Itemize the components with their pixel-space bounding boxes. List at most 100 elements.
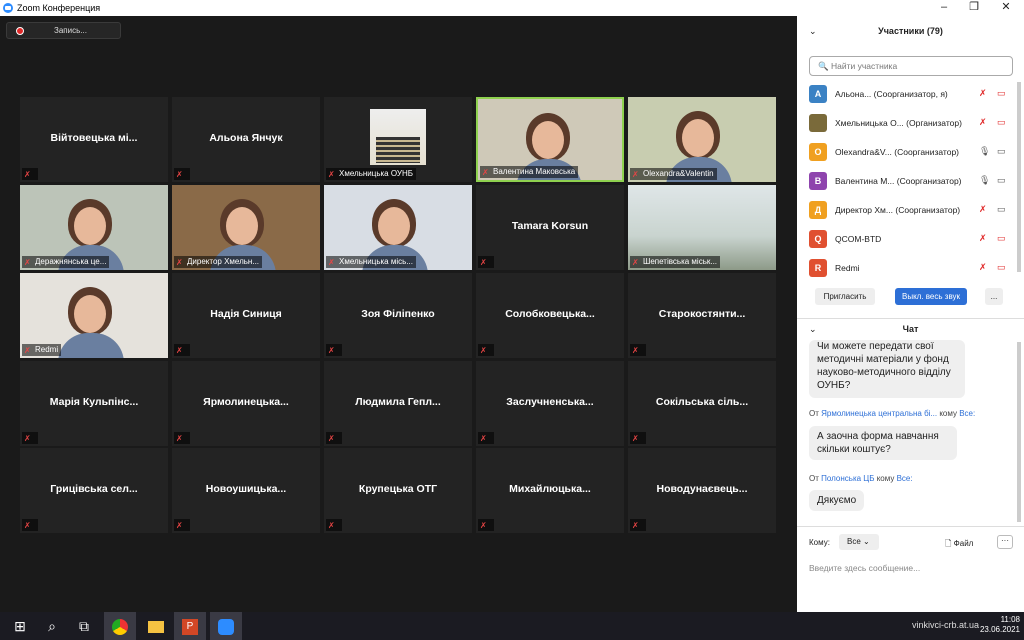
- start-button[interactable]: ⊞: [4, 612, 36, 640]
- video-tile[interactable]: Новодунаєвець...: [628, 448, 776, 533]
- video-tile[interactable]: Війтовецька мі...: [20, 97, 168, 182]
- recording-indicator[interactable]: Запись...: [6, 22, 121, 39]
- camera-icon[interactable]: ▭: [997, 175, 1006, 186]
- chat-sender-line: От Полонська ЦБ кому Все:: [809, 474, 913, 483]
- video-tile[interactable]: Старокостянти...: [628, 273, 776, 358]
- camera-icon[interactable]: ▭: [997, 204, 1006, 215]
- video-tile[interactable]: Михайлюцька...: [476, 448, 624, 533]
- video-tile[interactable]: Redmi: [20, 273, 168, 358]
- participant-row[interactable]: R Redmi ✗ ▭: [809, 256, 1019, 280]
- muted-mic-icon[interactable]: ✗: [979, 117, 987, 128]
- camera-icon[interactable]: ▭: [997, 146, 1006, 157]
- mute-all-button[interactable]: Выкл. весь звук: [895, 288, 967, 305]
- collapse-chevron-icon[interactable]: ⌄: [809, 16, 817, 46]
- zoom-taskbar-icon[interactable]: [210, 612, 242, 640]
- more-button[interactable]: ...: [985, 288, 1003, 305]
- video-tile[interactable]: Крупецька ОТГ: [324, 448, 472, 533]
- video-tile[interactable]: Новоушицька...: [172, 448, 320, 533]
- video-tile[interactable]: Альона Янчук: [172, 97, 320, 182]
- tile-caption: [326, 432, 342, 444]
- mic-icon[interactable]: 🎙: [979, 175, 990, 186]
- message-input[interactable]: Введите здесь сообщение...: [809, 563, 920, 573]
- video-tile[interactable]: Olexandra&Valentin: [628, 97, 776, 182]
- muted-mic-icon: [328, 171, 336, 179]
- participant-search-input[interactable]: 🔍 Найти участника: [809, 56, 1013, 76]
- mic-icon[interactable]: 🎙: [979, 146, 990, 157]
- video-tile[interactable]: Заслучненська...: [476, 361, 624, 446]
- participant-row[interactable]: O Olexandra&V... (Соорганизатор) 🎙 ▭: [809, 140, 1019, 164]
- participant-row[interactable]: А Альона... (Соорганизатор, я) ✗ ▭: [809, 82, 1019, 106]
- video-tile[interactable]: Ярмолинецька...: [172, 361, 320, 446]
- title-bar: Zoom Конференция – ❐ ✕: [0, 0, 1024, 16]
- chat-collapse-chevron-icon[interactable]: ⌄: [809, 319, 817, 339]
- participant-label: Валентина М... (Соорганизатор): [835, 176, 962, 186]
- muted-mic-icon[interactable]: ✗: [979, 262, 987, 273]
- muted-mic-icon: [328, 522, 336, 530]
- participants-scrollbar[interactable]: [1017, 82, 1021, 272]
- tile-caption: Redmi: [22, 344, 62, 356]
- chat-more-button[interactable]: ···: [997, 535, 1013, 549]
- camera-icon[interactable]: ▭: [997, 262, 1006, 273]
- chrome-icon[interactable]: [104, 612, 136, 640]
- participant-name: Крупецька ОТГ: [358, 483, 438, 495]
- video-tile[interactable]: Tamara Korsun: [476, 185, 624, 270]
- participant-row[interactable]: В Валентина М... (Соорганизатор) 🎙 ▭: [809, 169, 1019, 193]
- participant-name: Надія Синиця: [210, 308, 282, 320]
- participant-label: Redmi: [835, 263, 860, 273]
- video-tile[interactable]: Деражнянська це...: [20, 185, 168, 270]
- video-tile[interactable]: Грицівська сел...: [20, 448, 168, 533]
- tile-caption: [174, 432, 190, 444]
- video-tile[interactable]: Солобковецька...: [476, 273, 624, 358]
- avatar: А: [809, 85, 827, 103]
- chat-scrollbar[interactable]: [1017, 342, 1021, 522]
- powerpoint-icon[interactable]: P: [174, 612, 206, 640]
- search-icon[interactable]: ⌕: [36, 612, 68, 640]
- participant-label: Olexandra&V... (Соорганизатор): [835, 147, 960, 157]
- video-tile[interactable]: Хмельницька ОУНБ: [324, 97, 472, 182]
- participant-name: Сокільська сіль...: [655, 396, 749, 408]
- camera-icon[interactable]: ▭: [997, 88, 1006, 99]
- video-tile[interactable]: Хмельницька місь...: [324, 185, 472, 270]
- tile-caption: Деражнянська це...: [22, 256, 110, 268]
- watermark: vinkivci-crb.at.ua: [912, 620, 980, 630]
- video-tile[interactable]: Директор Хмельн...: [172, 185, 320, 270]
- invite-button[interactable]: Пригласить: [815, 288, 875, 305]
- camera-icon[interactable]: ▭: [997, 233, 1006, 244]
- camera-icon[interactable]: ▭: [997, 117, 1006, 128]
- video-tile[interactable]: Шепетівська міськ...: [628, 185, 776, 270]
- muted-mic-icon[interactable]: ✗: [979, 204, 987, 215]
- muted-mic-icon: [24, 171, 32, 179]
- video-tile[interactable]: Сокільська сіль...: [628, 361, 776, 446]
- tile-caption: Olexandra&Valentin: [630, 168, 717, 180]
- video-tile[interactable]: Людмила Гепл...: [324, 361, 472, 446]
- muted-mic-icon: [480, 435, 488, 443]
- participant-label: QCOM-BTD: [835, 234, 882, 244]
- maximize-button[interactable]: ❐: [958, 0, 990, 16]
- tile-caption: Валентина Маковська: [480, 166, 579, 178]
- participant-row[interactable]: Q QCOM-BTD ✗ ▭: [809, 227, 1019, 251]
- video-tile[interactable]: Зоя Філіпенко: [324, 273, 472, 358]
- minimize-button[interactable]: –: [928, 0, 960, 16]
- video-tile[interactable]: Надія Синиця: [172, 273, 320, 358]
- chat-sender-line: От Ярмолинецька центральна бі... кому Вс…: [809, 409, 976, 418]
- video-tile[interactable]: Валентина Маковська: [476, 97, 624, 182]
- recipient-select[interactable]: Все ⌄: [839, 534, 879, 550]
- participant-row[interactable]: Хмельницька О... (Организатор) ✗ ▭: [809, 111, 1019, 135]
- task-view-icon[interactable]: ⧉: [68, 612, 100, 640]
- muted-mic-icon: [176, 171, 184, 179]
- avatar: [809, 114, 827, 132]
- muted-mic-icon[interactable]: ✗: [979, 233, 987, 244]
- participant-name: Ярмолинецька...: [203, 396, 289, 408]
- file-button[interactable]: 🗋 Файл: [945, 538, 973, 552]
- avatar: O: [809, 143, 827, 161]
- muted-mic-icon: [632, 171, 640, 179]
- muted-mic-icon[interactable]: ✗: [979, 88, 987, 99]
- participant-name: Новоушицька...: [205, 483, 287, 495]
- muted-mic-icon: [176, 259, 184, 267]
- muted-mic-icon: [24, 259, 32, 267]
- participant-row[interactable]: Д Директор Хм... (Соорганизатор) ✗ ▭: [809, 198, 1019, 222]
- file-explorer-icon[interactable]: [140, 612, 172, 640]
- video-tile[interactable]: Марія Кульпінс...: [20, 361, 168, 446]
- close-button[interactable]: ✕: [990, 0, 1022, 16]
- tile-caption: [174, 168, 190, 180]
